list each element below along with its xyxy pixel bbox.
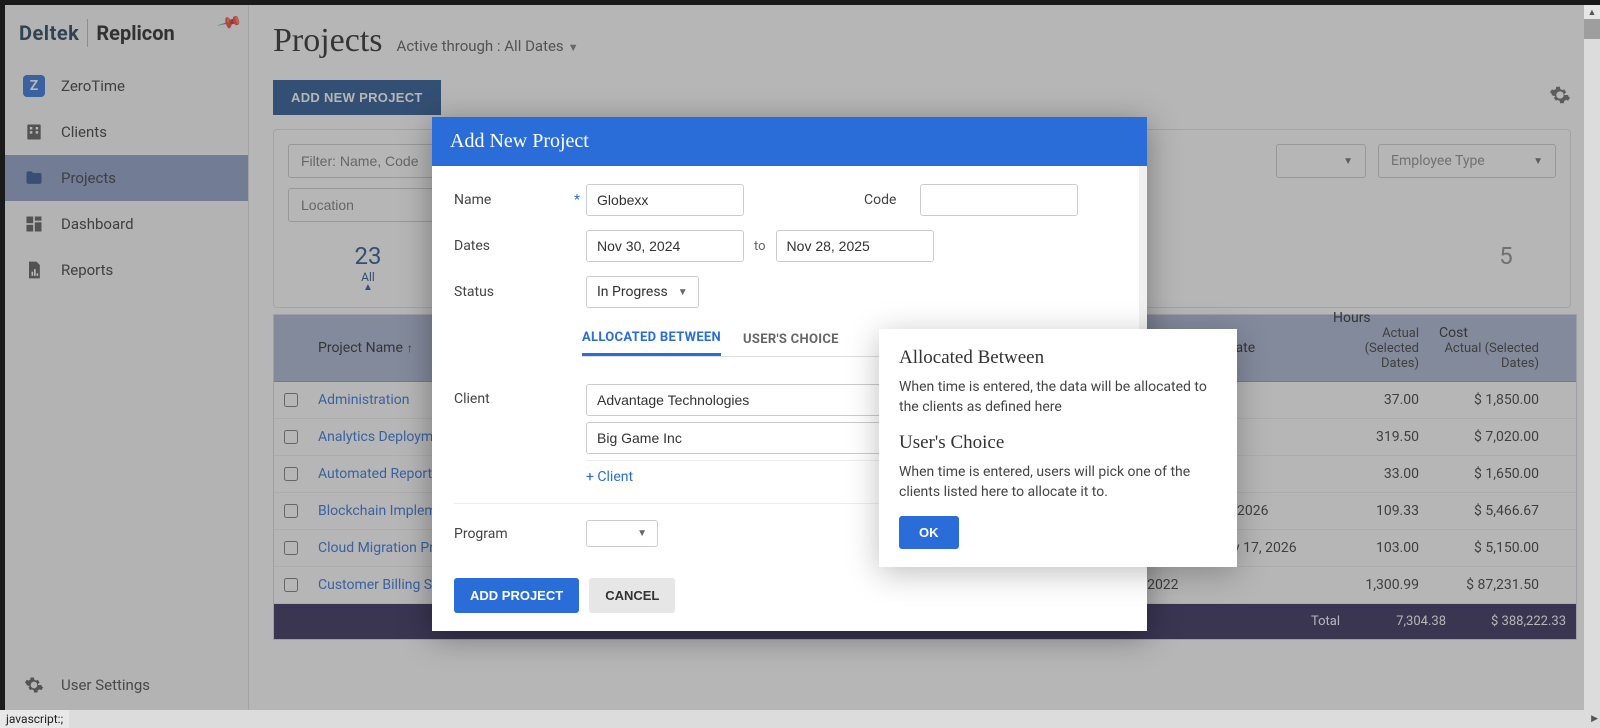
project-code-input[interactable] [920,184,1078,216]
label-program: Program [454,526,574,542]
modal-scrollbar[interactable] [1139,166,1147,221]
popover-heading-2: User's Choice [899,432,1217,454]
tab-users-choice[interactable]: USER'S CHOICE [743,324,839,355]
add-client-link[interactable]: + Client [586,469,633,485]
project-name-input[interactable] [586,184,744,216]
popover-text-2: When time is entered, users will pick on… [899,462,1217,503]
popover-ok-button[interactable]: OK [899,516,959,549]
label-code: Code [864,192,920,208]
program-select[interactable]: ▼ [586,520,658,547]
caret-down-icon: ▼ [637,528,647,539]
cancel-button[interactable]: CANCEL [589,578,675,613]
scroll-up-icon[interactable]: ▲ [1584,5,1600,19]
label-status: Status [454,284,574,300]
required-mark: * [574,192,580,208]
status-select[interactable]: In Progress ▼ [586,276,699,308]
browser-vertical-scrollbar[interactable]: ▲ [1584,5,1600,710]
caret-down-icon: ▼ [678,287,688,298]
modal-title: Add New Project [432,117,1147,166]
label-to: to [754,239,766,254]
status-text: javascript:; [0,710,69,728]
popover-text-1: When time is entered, the data will be a… [899,377,1217,418]
add-project-button[interactable]: ADD PROJECT [454,578,579,613]
popover-heading-1: Allocated Between [899,347,1217,369]
label-dates: Dates [454,238,574,254]
tab-allocated-between[interactable]: ALLOCATED BETWEEN [582,322,721,356]
start-date-input[interactable] [586,230,744,262]
help-popover: Allocated Between When time is entered, … [879,329,1237,567]
scroll-thumb[interactable] [1584,19,1600,39]
scroll-right-icon[interactable]: ▶ [1591,714,1598,724]
label-name: Name [454,192,574,208]
browser-status-bar: javascript:; ▶ [0,710,1600,728]
end-date-input[interactable] [776,230,934,262]
label-client: Client [454,365,574,491]
